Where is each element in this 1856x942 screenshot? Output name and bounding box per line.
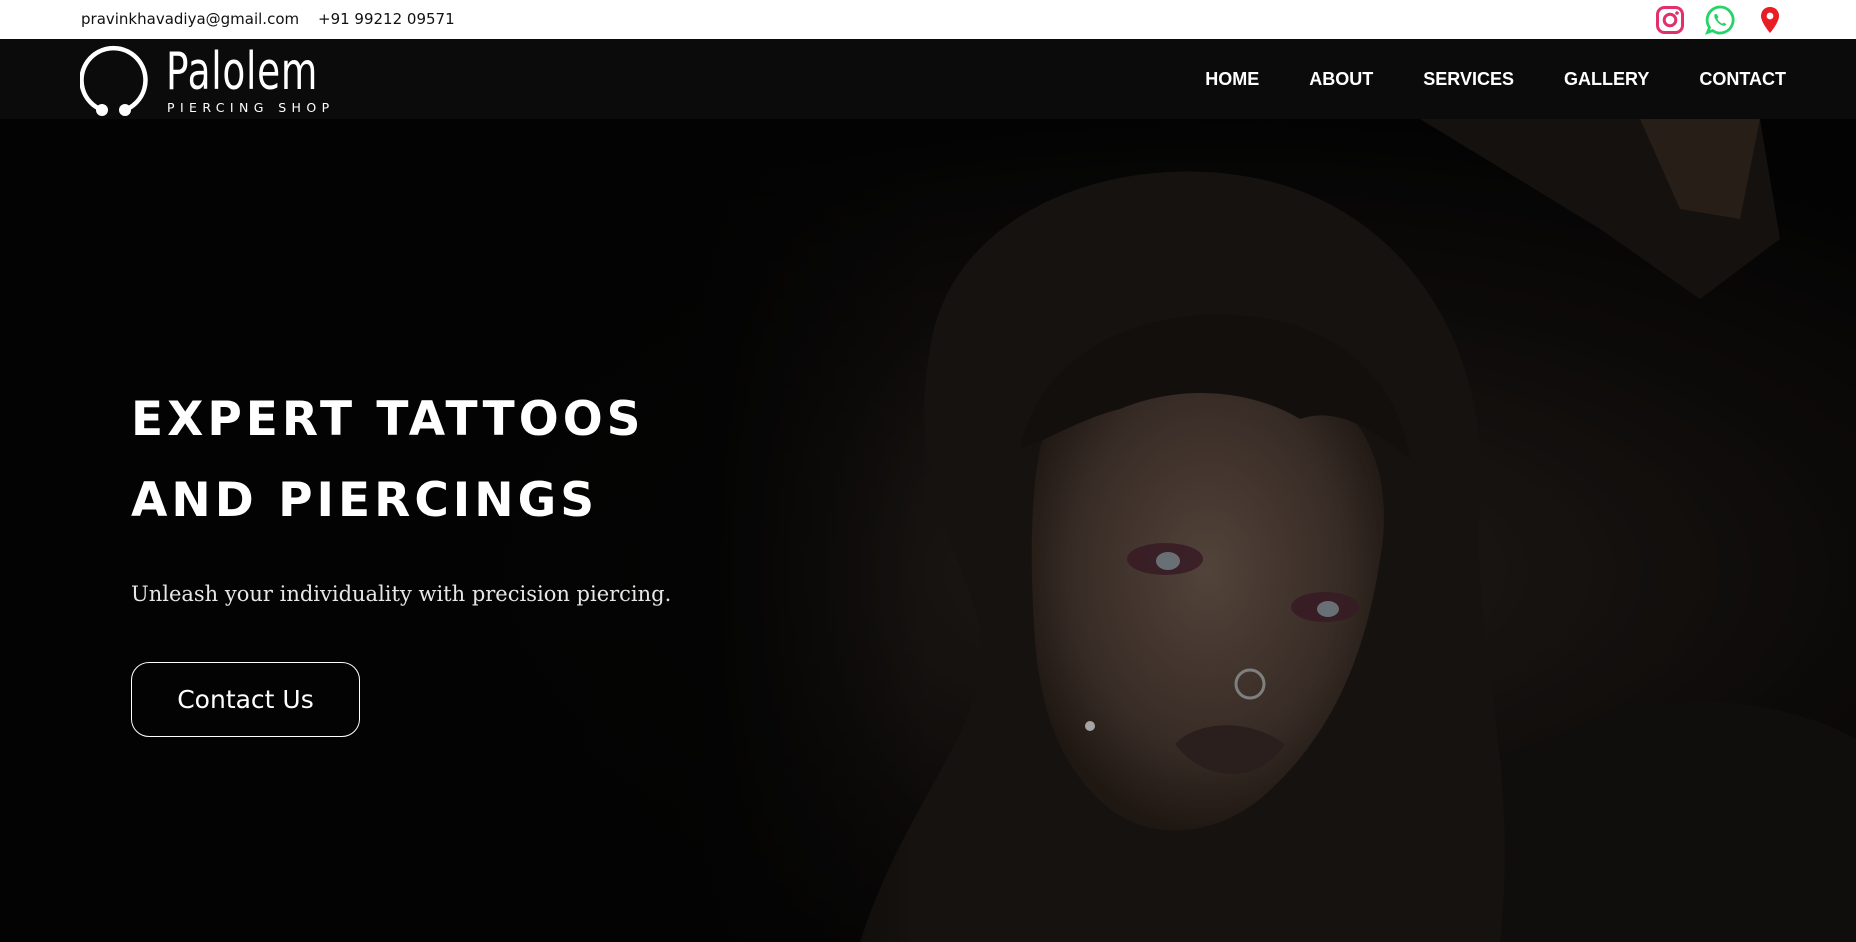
contact-email[interactable]: pravinkhavadiya@gmail.com bbox=[81, 10, 299, 28]
contact-us-button[interactable]: Contact Us bbox=[131, 662, 360, 737]
hero-title-line-2: AND PIERCINGS bbox=[131, 473, 599, 528]
map-pin-icon[interactable] bbox=[1753, 3, 1787, 37]
logo-ring-icon bbox=[80, 45, 148, 116]
nav-item-contact[interactable]: CONTACT bbox=[1699, 69, 1786, 90]
whatsapp-icon[interactable] bbox=[1703, 3, 1737, 37]
nav-item-about[interactable]: ABOUT bbox=[1309, 69, 1373, 90]
hero-section: EXPERT TATTOOS AND PIERCINGS Unleash you… bbox=[0, 119, 1856, 942]
contact-phone[interactable]: +91 99212 09571 bbox=[318, 10, 455, 28]
hero-subtitle: Unleash your individuality with precisio… bbox=[131, 582, 672, 606]
instagram-icon[interactable] bbox=[1653, 3, 1687, 37]
nav-item-home[interactable]: HOME bbox=[1205, 69, 1259, 90]
hero-title: EXPERT TATTOOS AND PIERCINGS bbox=[131, 379, 645, 541]
hero-title-line-1: EXPERT TATTOOS bbox=[131, 392, 645, 447]
nav-menu: HOME ABOUT SERVICES GALLERY CONTACT bbox=[1155, 39, 1786, 119]
main-navbar: Palolem PIERCING SHOP HOME ABOUT SERVICE… bbox=[0, 39, 1856, 119]
brand-name: Palolem bbox=[166, 42, 319, 102]
nav-item-gallery[interactable]: GALLERY bbox=[1564, 69, 1649, 90]
logo[interactable]: Palolem PIERCING SHOP bbox=[80, 42, 340, 117]
nav-item-services[interactable]: SERVICES bbox=[1423, 69, 1514, 90]
brand-tagline: PIERCING SHOP bbox=[167, 100, 335, 115]
top-contact-bar: pravinkhavadiya@gmail.com +91 99212 0957… bbox=[0, 0, 1856, 39]
